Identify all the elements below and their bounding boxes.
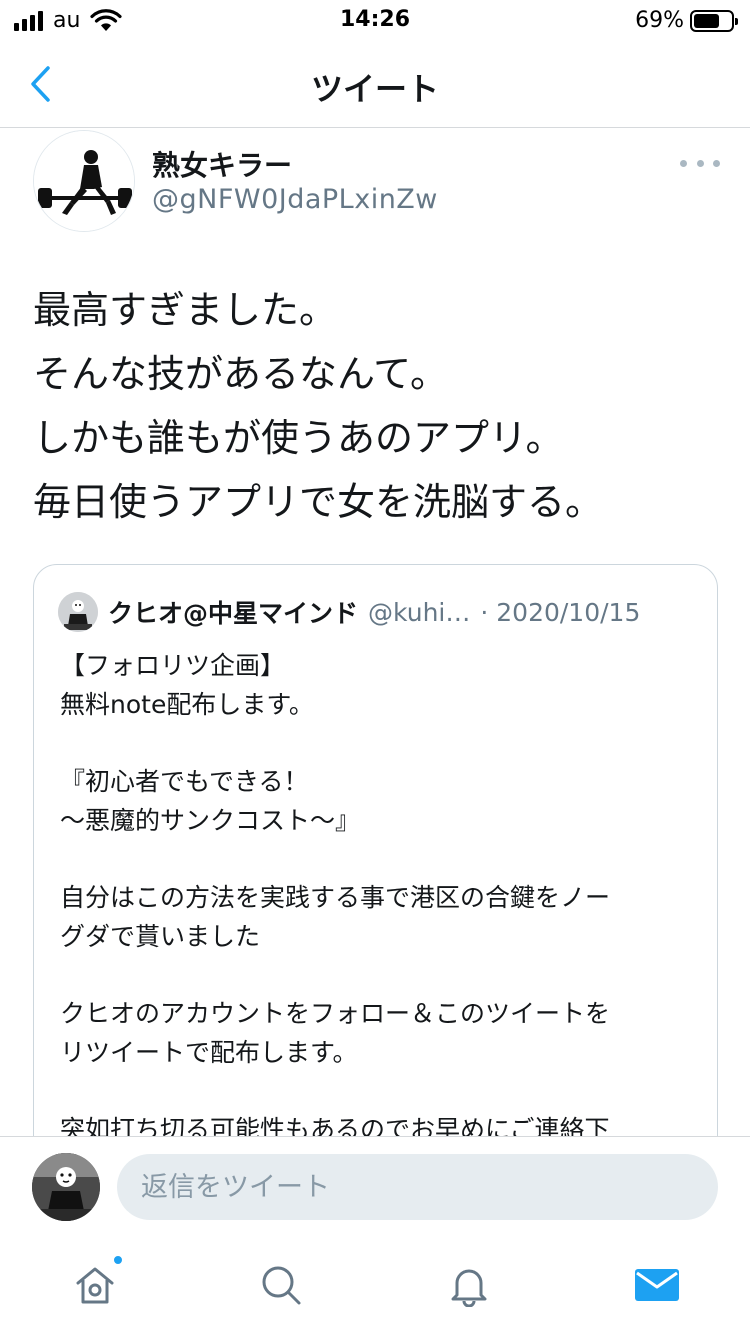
status-right: 69% (635, 8, 738, 33)
status-bar: au 14:26 69% (0, 0, 750, 42)
battery-tip (735, 17, 738, 25)
reply-composer (0, 1136, 750, 1236)
search-icon (262, 1266, 301, 1305)
author-handle[interactable]: @gNFW0JdaPLxinZw (152, 184, 438, 215)
reply-input[interactable] (117, 1154, 718, 1220)
tab-notifications[interactable] (444, 1260, 494, 1310)
quoted-text-line: クヒオのアカウントをフォロー＆このツイートを (60, 999, 611, 1029)
battery-percent: 69% (635, 8, 684, 33)
quoted-text-line (60, 1073, 700, 1112)
tab-bar (0, 1236, 750, 1334)
battery-icon (690, 9, 738, 32)
seated-figure-avatar-image (58, 592, 98, 632)
tab-home[interactable] (70, 1254, 124, 1310)
quoted-author-avatar (58, 592, 98, 632)
quoted-text-line: 〜悪魔的サンクコスト〜』 (60, 805, 361, 835)
current-user-avatar[interactable] (32, 1153, 100, 1221)
quoted-text-line: 無料note配布します。 (60, 689, 314, 719)
tweet-text: 最高すぎました。 そんな技があるなんて。 しかも誰もが使うあのアプリ。 毎日使う… (33, 278, 723, 534)
page-title: ツイート (310, 70, 439, 108)
quoted-text-line: 自分はこの方法を実践する事で港区の合鍵をノー (60, 883, 611, 913)
bell-icon (451, 1269, 487, 1307)
envelope-icon (635, 1269, 679, 1301)
tweet-text-line: 最高すぎました。 (33, 288, 338, 332)
quoted-text-line: グダで貰いました (60, 921, 261, 951)
tweet-detail-screen: au 14:26 69% ツイート 熟女キラー @gNFW0JdaPLxinZw… (0, 0, 750, 1334)
seated-figure-avatar-image (32, 1153, 100, 1221)
quoted-tweet-text: 【フォロリツ企画】 無料note配布します。 『初心者でもできる！ 〜悪魔的サン… (60, 647, 700, 1150)
quoted-tweet-header: クヒオ@中星マインド @kuhi… · 2020/10/15 (58, 591, 640, 633)
more-horizontal-icon (713, 159, 720, 167)
quoted-author-handle: @kuhi… (368, 597, 471, 627)
battery-fill (694, 13, 719, 28)
tweet-text-line: そんな技があるなんて。 (33, 352, 448, 396)
tab-search[interactable] (256, 1260, 306, 1310)
quoted-text-line: リツイートで配布します。 (60, 1037, 358, 1067)
author-name[interactable]: 熟女キラー (152, 144, 292, 184)
tweet-text-line: しかも誰もが使うあのアプリ。 (33, 416, 564, 460)
quoted-text-line (60, 840, 700, 879)
tab-messages[interactable] (632, 1260, 682, 1310)
more-horizontal-icon (696, 159, 704, 167)
more-options-button[interactable] (680, 150, 720, 176)
weightlifter-avatar-image (34, 131, 134, 231)
tweet-text-line: 毎日使うアプリで女を洗脳する。 (33, 480, 604, 524)
quoted-text-line (60, 957, 700, 996)
home-icon (76, 1267, 114, 1304)
quoted-text-line: 『初心者でもできる！ (60, 767, 309, 797)
navigation-bar: ツイート (0, 42, 750, 128)
quoted-text-line (60, 724, 700, 763)
quoted-author-name: クヒオ@中星マインド (108, 599, 359, 628)
more-horizontal-icon (680, 159, 687, 167)
quoted-tweet-date: · 2020/10/15 (480, 597, 641, 627)
new-content-badge (112, 1254, 124, 1266)
quoted-text-line: 【フォロリツ企画】 (60, 651, 286, 680)
quoted-tweet-card[interactable]: クヒオ@中星マインド @kuhi… · 2020/10/15 【フォロリツ企画】… (33, 564, 718, 1204)
author-avatar[interactable] (33, 130, 135, 232)
